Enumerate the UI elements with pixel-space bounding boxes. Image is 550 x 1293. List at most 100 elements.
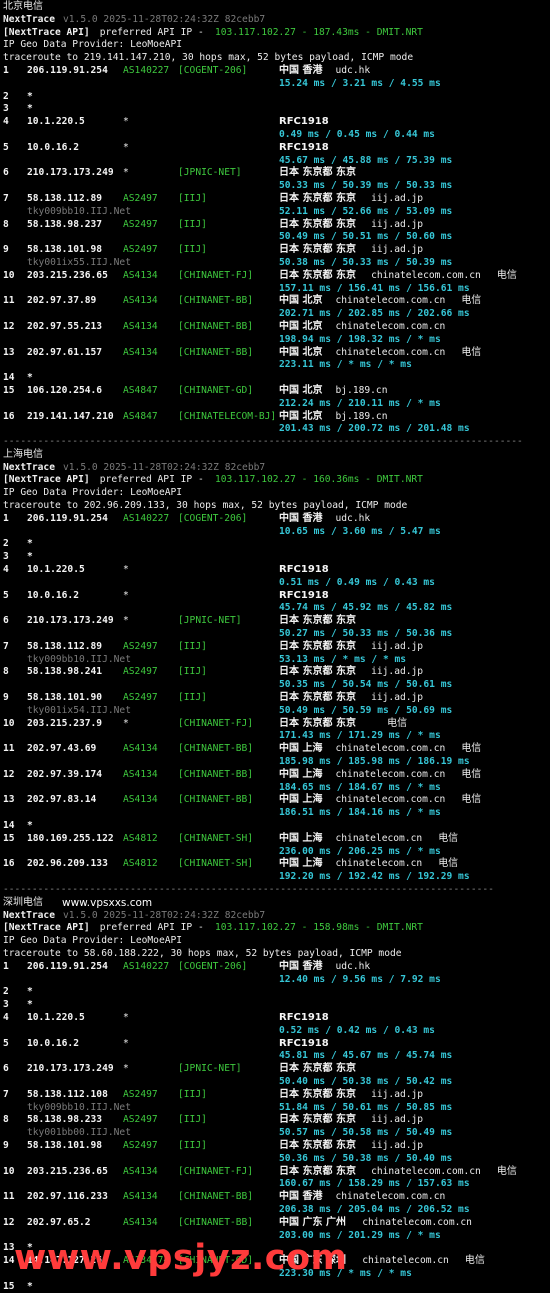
hop-domain: iij.ad.jp (371, 192, 424, 204)
hop-domain: udc.hk (335, 512, 371, 524)
hop-detail-row: 184.65 ms / 184.67 ms / * ms (3, 782, 550, 795)
tool-version: v1.5.0 2025-11-28T02:24:32Z 82cebb7 (63, 909, 266, 921)
hop-isp: 电信 (496, 1165, 517, 1177)
hop-tag: [IIJ] (178, 244, 207, 256)
hop-isp: 电信 (461, 346, 482, 358)
hop-geo: 日本 东京都 东京 (279, 615, 356, 627)
hop-tag: [CHINANET-FJ] (178, 1165, 254, 1177)
hop-isp: 电信 (438, 858, 459, 870)
hop-rtt: 10.65 ms / 3.60 ms / 5.47 ms (279, 525, 441, 537)
hop-detail-row: 186.51 ms / 184.16 ms / * ms (3, 807, 550, 820)
hop-row: 7 58.138.112.89 AS2497 [IIJ] 日本 东京都 东京 iij.ad… (3, 193, 550, 206)
hop-geo: 中国 北京 (279, 384, 323, 396)
hop-asn: AS2497 (123, 218, 158, 230)
hop-detail-row: 50.27 ms / 50.33 ms / 50.36 ms (3, 628, 550, 641)
hop-geo: 中国 北京 (279, 295, 323, 307)
hop-domain: chinatelecom.com.cn (371, 1165, 481, 1177)
hop-ip: 58.138.112.89 (27, 192, 103, 204)
hop-detail-row: 206.38 ms / 205.04 ms / 206.52 ms (3, 1204, 550, 1217)
hop-detail-row: 50.33 ms / 50.39 ms / 50.33 ms (3, 180, 550, 193)
hop-asn: AS2497 (123, 1139, 158, 1151)
api-detail: 103.117.102.27 - 158.98ms - DMIT.NRT (215, 922, 423, 934)
hop-detail-row: 45.67 ms / 45.88 ms / 75.39 ms (3, 155, 550, 168)
hop-detail-row: 171.43 ms / 171.29 ms / * ms (3, 730, 550, 743)
hop-rtt: 212.24 ms / 210.11 ms / * ms (279, 397, 441, 409)
hop-row: 2 * (3, 986, 550, 999)
hop-ip: 210.173.173.249 (27, 167, 114, 179)
hop-asn: AS4134 (123, 794, 158, 806)
hop-detail-row: 50.40 ms / 50.38 ms / 50.42 ms (3, 1076, 550, 1089)
hop-number: 9 (3, 1139, 9, 1151)
hop-asn: AS4847 (123, 410, 158, 422)
hop-detail-row: 45.74 ms / 45.92 ms / 45.82 ms (3, 602, 550, 615)
traceroute-line: traceroute to 202.96.209.133, 30 hops ma… (3, 500, 408, 512)
tool-version: v1.5.0 2025-11-28T02:24:32Z 82cebb7 (63, 13, 266, 25)
hop-number: 11 (3, 295, 15, 307)
hop-ip: 58.138.112.89 (27, 640, 103, 652)
tool-name: NextTrace (3, 461, 55, 473)
hop-geo: 中国 北京 (279, 346, 323, 358)
hop-domain: chinatelecom.com.cn (335, 295, 446, 307)
hop-tag: [CHINANET-BB] (178, 1216, 254, 1228)
hop-detail-row: 12.40 ms / 9.56 ms / 7.92 ms (3, 974, 550, 987)
hop-rtt: 50.38 ms / 50.33 ms / 50.39 ms (279, 256, 453, 268)
hop-ip: 58.138.101.98 (27, 1139, 103, 1151)
header-api-row: [NextTrace API] preferred API IP - 103.1… (3, 922, 550, 935)
hop-row: 10 203.215.237.9 * [CHINANET-FJ] 日本 东京都 东京 电信 (3, 718, 550, 731)
api-text: preferred API IP - (94, 922, 210, 934)
hop-ip: 202.97.116.233 (27, 1191, 108, 1203)
hop-asn: * (123, 564, 129, 576)
hop-geo: RFC1918 (279, 141, 329, 153)
hop-number: 11 (3, 1191, 15, 1203)
hop-rtt: 53.13 ms / * ms / * ms (279, 653, 407, 665)
header-api-row: [NextTrace API] preferred API IP - 103.1… (3, 27, 550, 40)
header-traceroute-row: traceroute to 58.60.188.222, 30 hops max… (3, 948, 550, 961)
hop-row: 1 206.119.91.254 AS140227 [COGENT-206] 中国 香港… (3, 65, 550, 78)
hop-row: 2 * (3, 91, 550, 104)
hop-geo: 日本 东京都 东京 (279, 640, 356, 652)
terminal-output: 北京电信 NextTrace v1.5.0 2025-11-28T02:24:32Z… (3, 1, 550, 1293)
hop-row: 12 202.97.65.2 AS4134 [CHINANET-BB] 中国 广东 广州… (3, 1217, 550, 1230)
section-title: 上海电信 (3, 448, 43, 460)
hop-number: 2 (3, 90, 9, 102)
hop-rtt: 51.84 ms / 50.61 ms / 50.85 ms (279, 1101, 453, 1113)
hop-asn: * (123, 167, 129, 179)
hop-geo: 日本 东京都 东京 (279, 167, 356, 179)
hop-geo: 日本 东京都 东京 (279, 269, 356, 281)
hop-ip: 106.120.254.6 (27, 384, 103, 396)
hop-isp: 电信 (461, 768, 482, 780)
hop-detail-row: tky001ix54.IIJ.Net 50.49 ms / 50.59 ms / … (3, 705, 550, 718)
hop-domain: iij.ad.jp (371, 218, 424, 230)
hop-rtt: 45.81 ms / 45.67 ms / 45.74 ms (279, 1050, 453, 1062)
header-api-row: [NextTrace API] preferred API IP - 103.1… (3, 474, 550, 487)
hop-row: 15 180.169.255.122 AS4812 [CHINANET-SH] 中国 上… (3, 833, 550, 846)
hop-row: 8 58.138.98.241 AS2497 [IIJ] 日本 东京都 东京 iij.ad… (3, 666, 550, 679)
hop-detail-row: 50.49 ms / 50.51 ms / 50.60 ms (3, 231, 550, 244)
hop-geo: RFC1918 (279, 564, 329, 576)
hop-domain: chinatelecom.com.cn (335, 743, 446, 755)
hop-ip: 202.97.39.174 (27, 768, 103, 780)
hop-geo: RFC1918 (279, 589, 329, 601)
hop-ip: 202.97.83.14 (27, 794, 97, 806)
hop-isp: 电信 (496, 269, 517, 281)
hop-domain: chinatelecom.com.cn (371, 269, 481, 281)
hop-number: 3 (3, 551, 9, 563)
hop-row: 16 219.141.147.210 AS4847 [CHINATELECOM-BJ]… (3, 411, 550, 424)
hop-rtt: 186.51 ms / 184.16 ms / * ms (279, 807, 441, 819)
hop-tag: [IIJ] (178, 692, 207, 704)
hop-detail-row: 185.98 ms / 185.98 ms / 186.19 ms (3, 756, 550, 769)
api-text: preferred API IP - (94, 26, 210, 38)
hop-geo: 中国 上海 (279, 743, 323, 755)
tool-name: NextTrace (3, 13, 55, 25)
hop-row: 3 * (3, 103, 550, 116)
hop-number: 14 (3, 1255, 15, 1267)
hop-row: 5 10.0.16.2 * RFC1918 (3, 142, 550, 155)
hop-tag: [IIJ] (178, 218, 207, 230)
hop-number: 8 (3, 1114, 9, 1126)
hop-row: 9 58.138.101.90 AS2497 [IIJ] 日本 东京都 东京 iij.ad… (3, 692, 550, 705)
hop-domain: chinatelecom.com.cn (335, 320, 446, 332)
hop-row: 5 10.0.16.2 * RFC1918 (3, 1038, 550, 1051)
hop-number: 15 (3, 384, 15, 396)
hop-ip: 58.138.112.108 (27, 1088, 108, 1100)
hop-domain: bj.189.cn (335, 384, 388, 396)
